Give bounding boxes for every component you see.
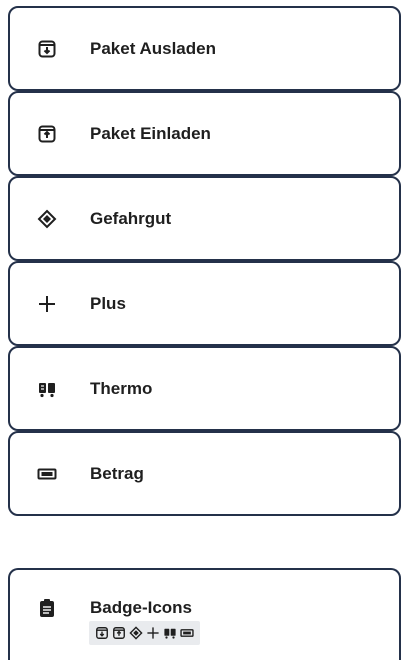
package-unload-icon: [95, 626, 109, 640]
package-unload-icon: [37, 39, 57, 59]
badge-icon-strip: [89, 621, 200, 645]
list-item-gefahrgut[interactable]: Gefahrgut: [8, 176, 401, 261]
list-item-paket-ausladen[interactable]: Paket Ausladen: [8, 6, 401, 91]
thermo-truck-icon: [37, 379, 57, 399]
badge-title: Badge-Icons: [90, 598, 193, 617]
list-item-thermo[interactable]: Thermo: [8, 346, 401, 431]
item-label: Paket Einladen: [90, 123, 211, 143]
thermo-truck-icon: [163, 626, 177, 640]
amount-icon: [37, 464, 57, 484]
plus-icon: [37, 294, 57, 314]
plus-icon: [146, 626, 160, 640]
item-label: Thermo: [90, 378, 153, 398]
package-load-icon: [37, 124, 57, 144]
hazard-diamond-icon: [129, 626, 143, 640]
list-item-plus[interactable]: Plus: [8, 261, 401, 346]
hazard-diamond-icon: [37, 209, 57, 229]
item-label: Betrag: [90, 463, 144, 483]
package-load-icon: [112, 626, 126, 640]
amount-icon: [180, 626, 194, 640]
item-list: Paket Ausladen Paket Einladen Gefahrgut: [8, 6, 401, 516]
list-item-betrag[interactable]: Betrag: [8, 431, 401, 516]
item-label: Paket Ausladen: [90, 38, 216, 58]
item-label: Plus: [90, 293, 126, 313]
badge-icons-card[interactable]: Badge-Icons: [8, 568, 401, 660]
item-label: Gefahrgut: [90, 208, 172, 228]
list-item-paket-einladen[interactable]: Paket Einladen: [8, 91, 401, 176]
clipboard-icon: [37, 598, 57, 618]
